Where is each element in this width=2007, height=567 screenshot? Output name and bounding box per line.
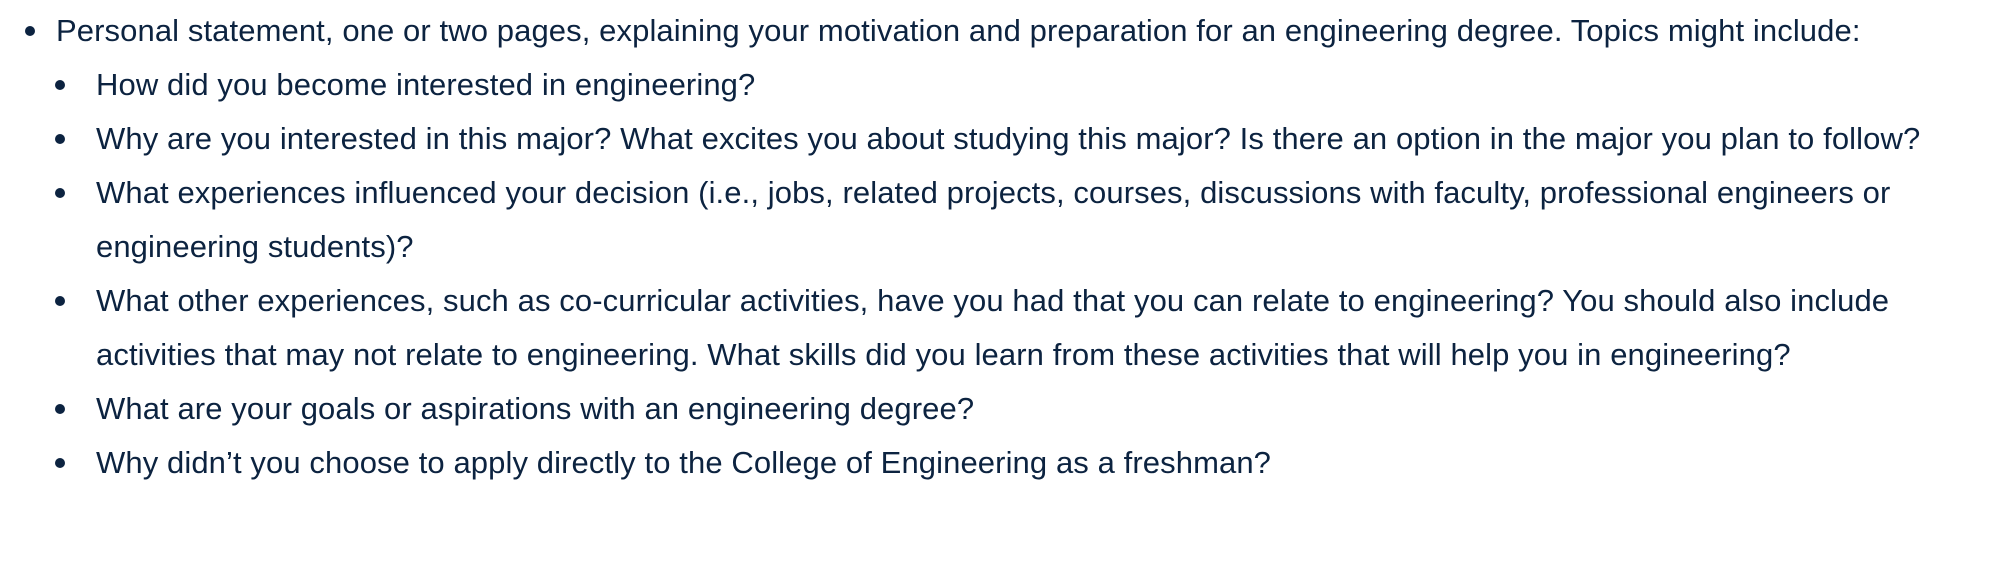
topic-item: What other experiences, such as co-curri… xyxy=(55,274,2007,382)
topic-text: What experiences influenced your decisio… xyxy=(96,175,1891,264)
bullet-icon xyxy=(25,26,35,36)
topic-text: Why didn’t you choose to apply directly … xyxy=(96,445,1272,480)
bullet-icon xyxy=(55,134,65,144)
bullet-icon xyxy=(55,296,65,306)
topic-text: How did you become interested in enginee… xyxy=(96,67,756,102)
bullet-icon xyxy=(55,458,65,468)
topic-text: What other experiences, such as co-curri… xyxy=(96,283,1890,372)
topic-item: Why are you interested in this major? Wh… xyxy=(55,112,2007,166)
bullet-icon xyxy=(55,404,65,414)
requirements-list: Personal statement, one or two pages, ex… xyxy=(0,4,2007,490)
list-item-personal-statement: Personal statement, one or two pages, ex… xyxy=(0,4,2007,490)
topic-item: What experiences influenced your decisio… xyxy=(55,166,2007,274)
topic-item: What are your goals or aspirations with … xyxy=(55,382,2007,436)
topics-list: How did you become interested in enginee… xyxy=(55,58,2007,490)
topic-text: Why are you interested in this major? Wh… xyxy=(96,121,1921,156)
topic-item: Why didn’t you choose to apply directly … xyxy=(55,436,2007,490)
document-body: Personal statement, one or two pages, ex… xyxy=(0,0,2007,490)
topic-text: What are your goals or aspirations with … xyxy=(96,391,975,426)
bullet-icon xyxy=(55,80,65,90)
personal-statement-text: Personal statement, one or two pages, ex… xyxy=(56,13,1861,48)
topic-item: How did you become interested in enginee… xyxy=(55,58,2007,112)
bullet-icon xyxy=(55,188,65,198)
